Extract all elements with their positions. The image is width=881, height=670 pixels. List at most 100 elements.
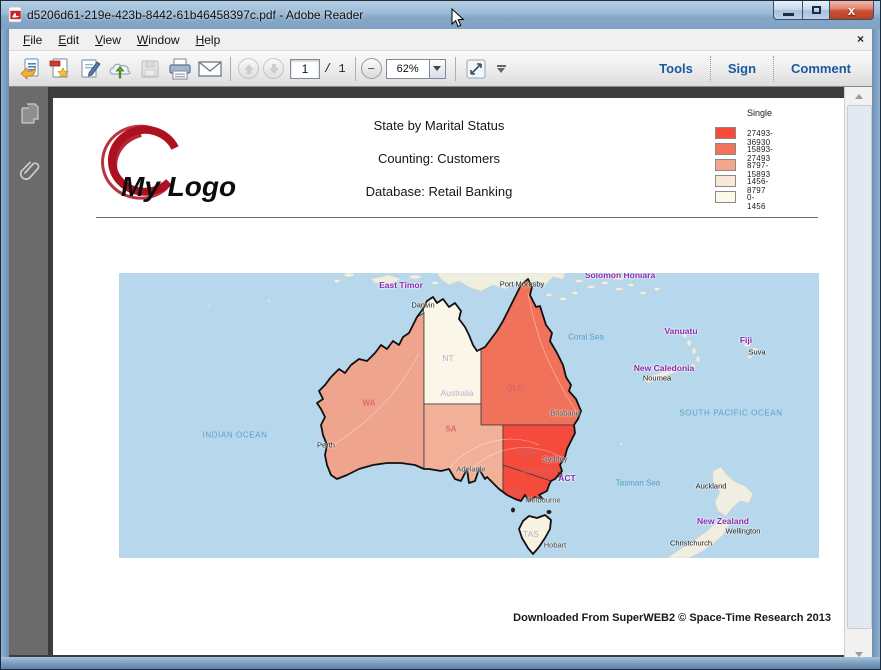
main-toolbar: 1 / 1 − 62% ToolsSignComment	[9, 51, 874, 87]
email-icon	[197, 58, 223, 80]
choropleth-map[interactable]: Solomon Honiara East Timor Port Moresby Dar…	[119, 273, 819, 558]
chevron-down-icon	[433, 66, 441, 71]
maximize-button[interactable]	[802, 1, 830, 20]
map-label-fiji: Fiji	[740, 335, 752, 345]
close-button[interactable]: x	[830, 1, 874, 20]
close-icon: x	[848, 3, 855, 18]
tools-panel-button[interactable]: Tools	[642, 56, 710, 82]
map-label-east-timor: East Timor	[379, 280, 423, 290]
map-label-tas: TAS	[523, 529, 539, 539]
fit-window-button[interactable]	[461, 55, 491, 83]
next-page-icon	[268, 63, 280, 75]
save-button[interactable]	[135, 55, 165, 83]
arrow-down-icon	[855, 652, 863, 657]
report-header-line: State by Marital Status	[319, 118, 559, 133]
state-wa[interactable]	[317, 313, 424, 479]
close-document-icon[interactable]: ×	[857, 32, 864, 46]
map-label-darwin: Darwin	[411, 301, 434, 310]
map-label-wa: WA	[363, 399, 376, 408]
report-header-line: Counting: Customers	[319, 151, 559, 166]
send-file-cloud-button[interactable]	[105, 55, 135, 83]
save-icon	[139, 58, 161, 80]
map-label-solomon-honiara: Solomon Honiara	[585, 273, 655, 280]
logo-text: My Logo	[121, 171, 236, 202]
scroll-up-button[interactable]	[845, 88, 872, 104]
window-border-bottom	[1, 657, 881, 669]
legend-swatch	[715, 127, 736, 139]
email-button[interactable]	[195, 55, 225, 83]
map-label-south-pacific-ocean: SOUTH PACIFIC OCEAN	[679, 409, 782, 418]
toolbar-separator	[455, 57, 456, 81]
pdf-page: My Logo State by Marital Status Counting:…	[53, 98, 846, 655]
map-label-new-zealand: New Zealand	[697, 516, 749, 526]
chevron-down-icon	[497, 68, 505, 73]
next-page-button[interactable]	[263, 58, 284, 79]
page-count-label: / 1	[324, 62, 346, 76]
minus-icon: −	[367, 64, 375, 74]
legend-swatch	[715, 143, 736, 155]
map-label-indian-ocean: INDIAN OCEAN	[203, 431, 268, 440]
map-label-melbourne: Melbourne	[525, 496, 560, 505]
map-label-canberra: Canberra	[521, 467, 556, 476]
zoom-dropdown-button[interactable]	[429, 59, 446, 79]
scrollbar-thumb[interactable]	[847, 105, 872, 629]
map-label-noumea: Noumea	[643, 374, 671, 383]
comment-panel-button[interactable]: Comment	[773, 56, 868, 82]
page-thumbnails-icon	[19, 102, 41, 126]
window-border-left	[1, 29, 9, 659]
map-label-coral-sea: Coral Sea	[568, 333, 604, 342]
menu-item-window[interactable]: Window	[129, 30, 188, 50]
zoom-out-button[interactable]: −	[361, 58, 382, 79]
map-label-port-moresby: Port Moresby	[500, 280, 545, 289]
sign-document-icon	[78, 57, 102, 81]
vertical-scrollbar[interactable]	[844, 87, 872, 663]
sign-panel-button[interactable]: Sign	[710, 56, 773, 82]
document-canvas: My Logo State by Marital Status Counting:…	[50, 87, 846, 663]
menu-item-edit[interactable]: Edit	[50, 30, 87, 50]
zoom-level-input[interactable]: 62%	[386, 59, 429, 79]
cloud-upload-icon	[107, 57, 133, 81]
legend-range-label: 0-1456	[747, 193, 766, 211]
create-pdf-button[interactable]	[45, 55, 75, 83]
legend-swatch	[715, 191, 736, 203]
legend-swatch	[715, 159, 736, 171]
print-button[interactable]	[165, 55, 195, 83]
arrow-up-icon	[855, 94, 863, 99]
mouse-cursor	[451, 8, 465, 29]
previous-page-button[interactable]	[238, 58, 259, 79]
map-label-nt: NT	[442, 353, 453, 363]
page-thumbnails-button[interactable]	[9, 97, 50, 131]
header-rule	[96, 217, 818, 218]
fit-window-icon	[465, 58, 487, 80]
map-label-vic: VIC	[508, 488, 521, 497]
map-label-qld: QLD	[507, 384, 524, 393]
map-label-adelaide: Adelaide	[456, 465, 485, 474]
report-header-line: Database: Retail Banking	[319, 184, 559, 199]
window-border-right	[872, 29, 880, 659]
toolbar-separator	[355, 57, 356, 81]
report-header: State by Marital Status Counting: Custome…	[319, 118, 559, 217]
attachments-button[interactable]	[9, 153, 50, 187]
map-label-perth: Perth	[317, 441, 335, 450]
map-label-sa: SA	[445, 425, 456, 434]
title-bar[interactable]: d5206d61-219e-423b-8442-61b46458397c.pdf…	[1, 1, 881, 29]
sign-document-button[interactable]	[75, 55, 105, 83]
open-file-button[interactable]	[15, 55, 45, 83]
menu-item-file[interactable]: File	[15, 30, 50, 50]
toolbar-overflow-button[interactable]	[497, 65, 506, 73]
map-label-act: ACT	[558, 473, 575, 483]
minimize-button[interactable]	[773, 1, 802, 20]
company-logo: My Logo	[97, 120, 267, 212]
state-qld[interactable]	[481, 279, 581, 425]
window-title: d5206d61-219e-423b-8442-61b46458397c.pdf…	[27, 8, 363, 22]
menu-item-view[interactable]: View	[87, 30, 129, 50]
map-label-australia: Australia	[440, 388, 473, 398]
map-label-wellington: Wellington	[726, 527, 761, 536]
map-label-vanuatu: Vanuatu	[664, 326, 697, 336]
page-number-input[interactable]: 1	[290, 59, 320, 79]
map-label-sydney: Sydney	[542, 455, 567, 464]
paperclip-icon	[18, 157, 42, 183]
menu-item-help[interactable]: Help	[188, 30, 229, 50]
map-label-christchurch: Christchurch	[670, 539, 712, 548]
open-file-icon	[18, 57, 42, 81]
